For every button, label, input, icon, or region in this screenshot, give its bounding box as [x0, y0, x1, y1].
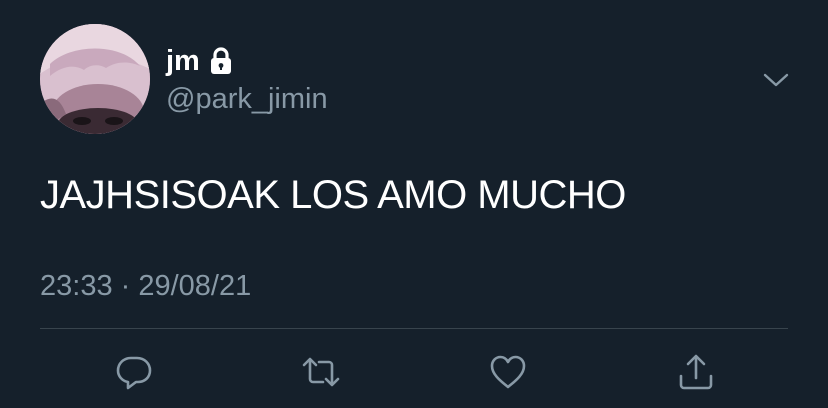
like-button[interactable]	[488, 352, 528, 392]
reply-icon	[116, 356, 152, 390]
tweet-timestamp[interactable]: 23:33 · 29/08/21	[40, 268, 251, 304]
tweet-card: jm @park_jimin JAJHSISOAK LOS AMO MUCHO …	[0, 0, 828, 408]
share-icon	[679, 354, 713, 390]
display-name-text: jm	[166, 45, 200, 77]
reply-button[interactable]	[114, 352, 154, 392]
avatar-photo	[40, 24, 150, 134]
user-handle[interactable]: @park_jimin	[166, 82, 328, 116]
retweet-icon	[302, 357, 340, 387]
avatar[interactable]	[40, 24, 150, 134]
tweet-text: JAJHSISOAK LOS AMO MUCHO	[40, 173, 626, 217]
display-name[interactable]: jm	[166, 44, 234, 78]
chevron-down-icon[interactable]	[760, 64, 792, 96]
share-button[interactable]	[676, 352, 716, 392]
divider	[40, 328, 788, 329]
like-icon	[490, 355, 526, 389]
retweet-button[interactable]	[301, 352, 341, 392]
lock-icon	[208, 46, 234, 76]
